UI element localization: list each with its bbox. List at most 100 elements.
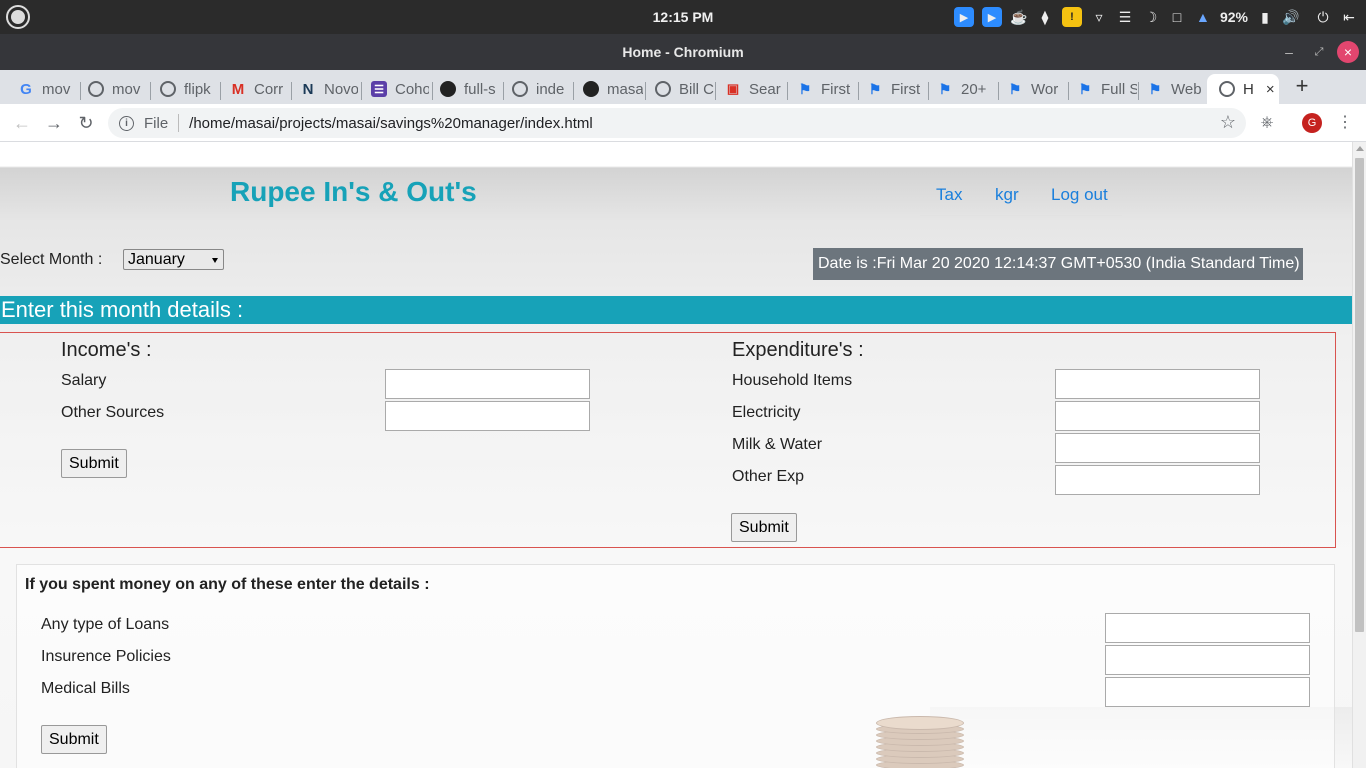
tab-active[interactable]: H × bbox=[1207, 74, 1279, 104]
insurance-label: Insurence Policies bbox=[41, 648, 171, 665]
scheme-label: File bbox=[144, 114, 169, 132]
income-submit-button[interactable]: Submit bbox=[61, 449, 127, 478]
tab[interactable]: mov bbox=[76, 74, 146, 104]
coffee-icon[interactable]: ☕ bbox=[1010, 9, 1028, 26]
extension-icon[interactable]: ⎈ bbox=[1256, 112, 1278, 134]
gmail-icon: M bbox=[231, 80, 245, 98]
nav-link-kgr[interactable]: kgr bbox=[995, 185, 1019, 205]
profile-avatar[interactable]: G bbox=[1302, 113, 1322, 133]
scrollbar-thumb[interactable] bbox=[1355, 158, 1364, 632]
tab[interactable]: full-s bbox=[428, 74, 500, 104]
tab-label: Sear bbox=[749, 80, 781, 98]
n-icon: N bbox=[302, 80, 314, 98]
folder-icon[interactable]: □ bbox=[1168, 9, 1186, 25]
tab[interactable]: N Novo bbox=[288, 74, 358, 104]
exit-icon[interactable]: ⇤ bbox=[1340, 9, 1358, 26]
tab-label: masa bbox=[607, 80, 643, 98]
scroll-up-arrow-icon[interactable] bbox=[1356, 146, 1364, 151]
milk-water-input[interactable] bbox=[1055, 433, 1260, 463]
salary-input[interactable] bbox=[385, 369, 590, 399]
household-items-label: Household Items bbox=[732, 372, 853, 389]
new-tab-button[interactable]: + bbox=[1292, 75, 1312, 97]
github-icon bbox=[440, 81, 456, 97]
medical-bills-label: Medical Bills bbox=[41, 680, 130, 697]
close-window-button[interactable]: × bbox=[1337, 41, 1359, 63]
list-icon: ☰ bbox=[371, 81, 387, 97]
tab-label: flipk bbox=[184, 80, 211, 98]
nav-link-tax[interactable]: Tax bbox=[936, 185, 962, 205]
tab[interactable]: ⚑ Web bbox=[1135, 74, 1207, 104]
tab[interactable]: ⚑ First bbox=[855, 74, 927, 104]
bookmark-star-icon[interactable]: ☆ bbox=[1220, 112, 1236, 133]
page-scrollbar[interactable] bbox=[1352, 142, 1366, 768]
other-spending-submit-button[interactable]: Submit bbox=[41, 725, 107, 754]
minimize-icon[interactable]: – bbox=[1280, 43, 1298, 61]
slack-icon[interactable]: ⧫ bbox=[1036, 9, 1054, 26]
reload-icon[interactable]: ↻ bbox=[75, 112, 97, 134]
household-items-input[interactable] bbox=[1055, 369, 1260, 399]
loans-label: Any type of Loans bbox=[41, 616, 170, 633]
power-icon[interactable]: ⏻ bbox=[1314, 9, 1332, 26]
medical-bills-input[interactable] bbox=[1105, 677, 1310, 707]
info-icon[interactable]: i bbox=[119, 115, 134, 131]
dropdown-caret-icon bbox=[212, 258, 218, 263]
bookmark-icon: ⚑ bbox=[868, 80, 882, 97]
tab[interactable]: ⚑ Wor bbox=[995, 74, 1067, 104]
tab[interactable]: ⚑ 20+ bbox=[925, 74, 997, 104]
tab[interactable]: Bill C bbox=[643, 74, 715, 104]
month-select[interactable]: January bbox=[123, 249, 224, 270]
other-sources-label: Other Sources bbox=[61, 404, 165, 421]
bookmark-icon: ⚑ bbox=[938, 80, 952, 97]
forward-icon[interactable]: → bbox=[43, 112, 65, 134]
window-title: Home - Chromium bbox=[622, 44, 744, 60]
tab-label: Wor bbox=[1031, 80, 1059, 98]
tab-label: H bbox=[1243, 80, 1254, 98]
menu-dots-icon[interactable]: ⋮ bbox=[1334, 112, 1356, 134]
wifi-icon[interactable]: ▿ bbox=[1090, 9, 1108, 26]
tab[interactable]: M Corr bbox=[218, 74, 290, 104]
close-tab-icon[interactable]: × bbox=[1266, 81, 1275, 98]
electricity-input[interactable] bbox=[1055, 401, 1260, 431]
zoom-icon[interactable]: ▶ bbox=[953, 7, 974, 27]
warning-icon[interactable]: ! bbox=[1061, 7, 1082, 27]
insurance-input[interactable] bbox=[1105, 645, 1310, 675]
tab[interactable]: ⚑ Full S bbox=[1065, 74, 1137, 104]
bookmark-icon: ⚑ bbox=[1148, 80, 1162, 97]
url-text[interactable]: /home/masai/projects/masai/savings%20man… bbox=[189, 115, 593, 132]
expenditure-submit-button[interactable]: Submit bbox=[731, 513, 797, 542]
tab[interactable]: inde bbox=[500, 74, 570, 104]
other-spending-heading: If you spent money on any of these enter… bbox=[25, 576, 430, 593]
github-icon bbox=[583, 81, 599, 97]
tab[interactable]: masa bbox=[571, 74, 643, 104]
tab-label: 20+ bbox=[961, 80, 987, 98]
tab-label: Novo bbox=[324, 80, 358, 98]
other-sources-input[interactable] bbox=[385, 401, 590, 431]
back-icon[interactable]: ← bbox=[11, 112, 33, 134]
loans-input[interactable] bbox=[1105, 613, 1310, 643]
tab-label: mov bbox=[42, 80, 71, 98]
page-viewport: Rupee In's & Out's Tax kgr Log out Selec… bbox=[0, 142, 1352, 768]
night-mode-icon[interactable]: ☽ bbox=[1142, 9, 1160, 26]
tab-label: First bbox=[891, 80, 921, 98]
tab[interactable]: G mov bbox=[6, 74, 80, 104]
activities-icon[interactable] bbox=[6, 5, 30, 29]
other-exp-input[interactable] bbox=[1055, 465, 1260, 495]
maximize-icon[interactable]: ⤢ bbox=[1310, 43, 1328, 61]
nav-link-logout[interactable]: Log out bbox=[1051, 185, 1108, 205]
menu-icon[interactable]: ☰ bbox=[1116, 9, 1134, 26]
tab-label: Full S bbox=[1101, 80, 1137, 98]
zoom-icon[interactable]: ▶ bbox=[981, 7, 1002, 27]
tab[interactable]: ▣ Sear bbox=[713, 74, 785, 104]
tab-label: full-s bbox=[464, 80, 496, 98]
volume-icon[interactable]: 🔊 bbox=[1282, 9, 1300, 26]
tab[interactable]: flipk bbox=[148, 74, 218, 104]
address-bar[interactable]: i File /home/masai/projects/masai/saving… bbox=[108, 108, 1246, 138]
tab[interactable]: ⚑ First bbox=[785, 74, 857, 104]
tab[interactable]: ☰ Coho bbox=[359, 74, 429, 104]
battery-icon[interactable]: ▮ bbox=[1256, 9, 1274, 26]
window-title-bar: Home - Chromium – ⤢ × bbox=[0, 34, 1366, 70]
income-heading: Income's : bbox=[61, 339, 152, 361]
tab-label: inde bbox=[536, 80, 565, 98]
tab-label: First bbox=[821, 80, 851, 98]
notification-icon[interactable]: ▲ bbox=[1194, 9, 1212, 25]
